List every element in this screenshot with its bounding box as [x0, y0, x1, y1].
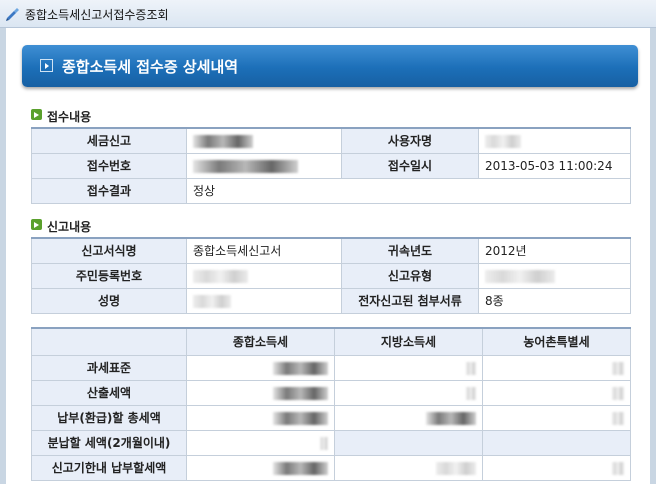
name-label: 성명 — [31, 287, 187, 314]
page-header: 종합소득세 접수증 상세내역 — [22, 45, 638, 87]
row-label: 분납할 세액(2개월이내) — [31, 429, 187, 456]
row-label: 납부(환급)할 총세액 — [31, 404, 187, 431]
amount-cell — [334, 404, 483, 431]
amount-cell — [334, 354, 483, 381]
row-label: 과세표준 — [31, 354, 187, 381]
receipt-datetime-value: 2013-05-03 11:00:24 — [478, 152, 631, 179]
app-icon — [6, 8, 19, 21]
report-type-label: 신고유형 — [341, 262, 479, 289]
tax-report-value — [186, 127, 342, 154]
amount-cell — [186, 429, 335, 456]
result-value: 정상 — [186, 177, 631, 204]
amount-cell-empty — [482, 429, 631, 456]
bullet-arrow-icon — [31, 109, 42, 120]
col-header-local-tax: 지방소득세 — [334, 327, 483, 356]
amount-cell — [186, 379, 335, 406]
window-titlebar: 종합소득세신고서접수증조회 — [0, 0, 656, 28]
table-row: 접수결과 정상 — [31, 177, 631, 204]
arrow-icon — [40, 59, 53, 72]
amount-cell — [482, 379, 631, 406]
row-label: 산출세액 — [31, 379, 187, 406]
table-row: 접수번호 접수일시 2013-05-03 11:00:24 — [31, 152, 631, 179]
table-row: 신고서식명 종합소득세신고서 귀속년도 2012년 — [31, 237, 631, 264]
user-name-value — [478, 127, 631, 154]
corner-cell — [31, 327, 187, 356]
form-name-label: 신고서식명 — [31, 237, 187, 264]
page-title: 종합소득세 접수증 상세내역 — [62, 58, 239, 76]
table-row: 산출세액 — [31, 379, 631, 406]
window-title: 종합소득세신고서접수증조회 — [25, 8, 169, 22]
table-row: 주민등록번호 신고유형 — [31, 262, 631, 289]
name-value — [186, 287, 342, 314]
receipt-table: 세금신고 사용자명 접수번호 접수일시 2013-05-03 11:00:24 … — [31, 127, 631, 204]
attachments-label: 전자신고된 첨부서류 — [341, 287, 479, 314]
table-row: 분납할 세액(2개월이내) — [31, 429, 631, 456]
report-table: 신고서식명 종합소득세신고서 귀속년도 2012년 주민등록번호 신고유형 성명… — [31, 237, 631, 314]
table-row: 신고기한내 납부할세액 — [31, 454, 631, 481]
result-label: 접수결과 — [31, 177, 187, 204]
amount-cell — [482, 354, 631, 381]
amount-cell — [482, 454, 631, 481]
form-name-value: 종합소득세신고서 — [186, 237, 342, 264]
tax-report-label: 세금신고 — [31, 127, 187, 154]
attachments-value: 8종 — [478, 287, 631, 314]
amount-cell-empty — [334, 429, 483, 456]
row-label: 신고기한내 납부할세액 — [31, 454, 187, 481]
col-header-rural-tax: 농어촌특별세 — [482, 327, 631, 356]
amount-cell — [482, 404, 631, 431]
amount-cell — [334, 454, 483, 481]
amount-cell — [186, 404, 335, 431]
receipt-no-label: 접수번호 — [31, 152, 187, 179]
table-row: 세금신고 사용자명 — [31, 127, 631, 154]
table-row: 과세표준 — [31, 354, 631, 381]
amount-cell — [186, 454, 335, 481]
report-type-value — [478, 262, 631, 289]
amount-cell — [334, 379, 483, 406]
year-label: 귀속년도 — [341, 237, 479, 264]
user-name-label: 사용자명 — [341, 127, 479, 154]
amounts-table: 종합소득세 지방소득세 농어촌특별세 과세표준 산출세액 납부(환급)할 총세액… — [31, 327, 631, 481]
resident-no-label: 주민등록번호 — [31, 262, 187, 289]
amount-cell — [186, 354, 335, 381]
table-row: 납부(환급)할 총세액 — [31, 404, 631, 431]
year-value: 2012년 — [478, 237, 631, 264]
table-row: 성명 전자신고된 첨부서류 8종 — [31, 287, 631, 314]
receipt-no-value — [186, 152, 342, 179]
col-header-income-tax: 종합소득세 — [186, 327, 335, 356]
resident-no-value — [186, 262, 342, 289]
bullet-arrow-icon — [31, 219, 42, 230]
receipt-datetime-label: 접수일시 — [341, 152, 479, 179]
table-header-row: 종합소득세 지방소득세 농어촌특별세 — [31, 327, 631, 356]
